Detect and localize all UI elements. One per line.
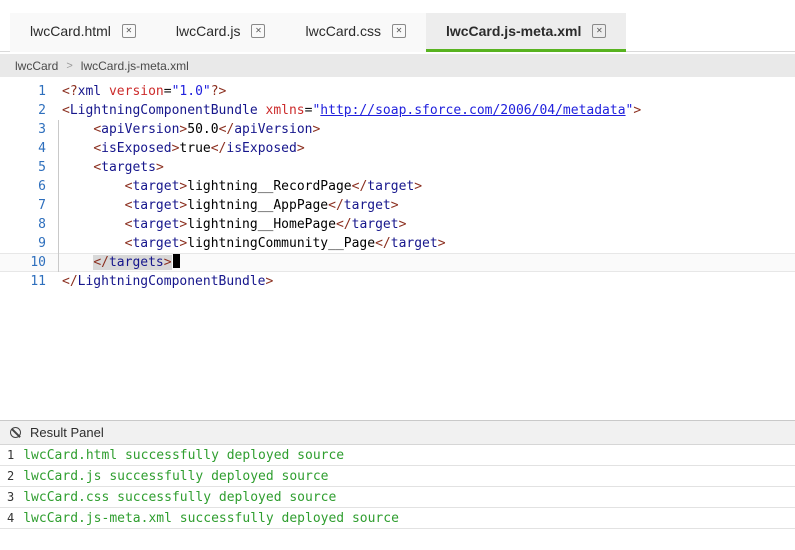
line-number: 7 <box>38 198 46 213</box>
line-content: </targets> <box>46 253 180 272</box>
code-line-11[interactable]: 11 </LightningComponentBundle> <box>0 272 795 291</box>
code-line-2[interactable]: 2 <LightningComponentBundle xmlns="http:/… <box>0 101 795 120</box>
tab-lwccard-js-meta-xml[interactable]: lwcCard.js-meta.xml ✕ <box>425 13 627 52</box>
result-row-message: lwcCard.js successfully deployed source <box>23 469 329 484</box>
breadcrumb-separator-icon: > <box>66 59 73 72</box>
tab-label: lwcCard.js-meta.xml <box>445 23 582 39</box>
code-line-7[interactable]: 7 <target>lightning__AppPage</target> <box>0 196 795 215</box>
result-row-number: 3 <box>7 490 15 504</box>
line-number: 5 <box>38 160 46 175</box>
result-row-3: 3 lwcCard.css successfully deployed sourc… <box>0 487 795 508</box>
result-panel: Result Panel 1 lwcCard.html successfully … <box>0 420 795 529</box>
line-number: 11 <box>30 274 46 289</box>
line-content: <target>lightning__AppPage</target> <box>124 198 399 213</box>
tab-lwccard-js[interactable]: lwcCard.js ✕ <box>155 13 286 52</box>
result-row-message: lwcCard.js-meta.xml successfully deploye… <box>23 511 399 526</box>
code-editor[interactable]: 1 <?xml version="1.0"?> 2 <LightningCompone… <box>0 77 795 420</box>
line-number: 3 <box>38 122 46 137</box>
tab-close-icon[interactable]: ✕ <box>251 24 266 38</box>
line-number: 4 <box>38 141 46 156</box>
line-number: 2 <box>38 103 46 118</box>
breadcrumb-folder[interactable]: lwcCard <box>15 59 58 73</box>
result-panel-title: Result Panel <box>30 425 104 440</box>
code-line-8[interactable]: 8 <target>lightning__HomePage</target> <box>0 215 795 234</box>
line-content: <targets> <box>93 160 164 175</box>
result-panel-header: Result Panel <box>0 421 795 445</box>
code-line-4[interactable]: 4 <isExposed>true</isExposed> <box>0 139 795 158</box>
ide-window: lwcCard.html ✕ lwcCard.js ✕ lwcCard.css ✕ lwcC… <box>0 0 795 529</box>
code-line-3[interactable]: 3 <apiVersion>50.0</apiVersion> <box>0 120 795 139</box>
line-content: <isExposed>true</isExposed> <box>93 141 305 156</box>
line-number: 8 <box>38 217 46 232</box>
code-line-6[interactable]: 6 <target>lightning__RecordPage</target> <box>0 177 795 196</box>
clear-results-icon[interactable] <box>10 427 21 438</box>
line-number: 9 <box>38 236 46 251</box>
result-row-number: 4 <box>7 511 15 525</box>
code-line-5[interactable]: 5 <targets> <box>0 158 795 177</box>
tab-lwccard-html[interactable]: lwcCard.html ✕ <box>10 13 156 52</box>
indent-guide <box>58 120 59 272</box>
line-content: <target>lightning__HomePage</target> <box>124 217 407 232</box>
result-row-number: 1 <box>7 448 15 462</box>
tab-label: lwcCard.css <box>305 23 381 39</box>
result-row-number: 2 <box>7 469 15 483</box>
code-line-1[interactable]: 1 <?xml version="1.0"?> <box>0 82 795 101</box>
line-content: <target>lightningCommunity__Page</target… <box>124 236 446 251</box>
result-row-2: 2 lwcCard.js successfully deployed source <box>0 466 795 487</box>
tab-label: lwcCard.html <box>30 23 111 39</box>
tab-close-icon[interactable]: ✕ <box>391 24 406 38</box>
tab-bar: lwcCard.html ✕ lwcCard.js ✕ lwcCard.css ✕ lwcC… <box>0 0 795 52</box>
line-content: <apiVersion>50.0</apiVersion> <box>93 122 321 137</box>
line-content: </LightningComponentBundle> <box>62 274 274 289</box>
line-content: <?xml version="1.0"?> <box>62 84 227 99</box>
breadcrumb: lwcCard > lwcCard.js-meta.xml <box>0 54 795 77</box>
text-cursor <box>172 254 180 268</box>
line-number: 10 <box>30 255 46 270</box>
result-row-1: 1 lwcCard.html successfully deployed sour… <box>0 445 795 466</box>
line-number: 1 <box>38 84 46 99</box>
result-row-4: 4 lwcCard.js-meta.xml successfully deploy… <box>0 508 795 529</box>
code-line-10[interactable]: 10 </targets> <box>0 253 795 272</box>
code-line-9[interactable]: 9 <target>lightningCommunity__Page</targ… <box>0 234 795 253</box>
line-content: <LightningComponentBundle xmlns="http://… <box>62 103 642 118</box>
tab-lwccard-css[interactable]: lwcCard.css ✕ <box>285 13 426 52</box>
breadcrumb-file: lwcCard.js-meta.xml <box>80 58 189 73</box>
line-number: 6 <box>38 179 46 194</box>
tab-close-icon[interactable]: ✕ <box>592 24 607 38</box>
result-row-message: lwcCard.css successfully deployed source <box>23 490 337 505</box>
tab-label: lwcCard.js <box>175 23 241 39</box>
tab-close-icon[interactable]: ✕ <box>121 24 136 38</box>
line-content: <target>lightning__RecordPage</target> <box>124 179 423 194</box>
result-row-message: lwcCard.html successfully deployed sourc… <box>23 448 345 463</box>
